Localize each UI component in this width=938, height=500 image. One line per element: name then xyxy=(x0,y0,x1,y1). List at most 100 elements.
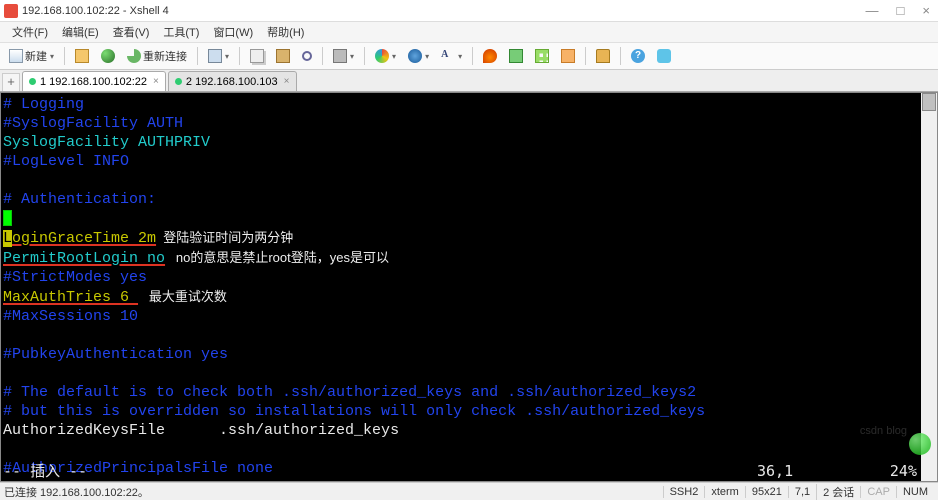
vim-mode: -- 插入 -- xyxy=(1,462,757,481)
print-button[interactable]: ▾ xyxy=(328,46,359,66)
chat-button[interactable] xyxy=(652,46,676,66)
menu-edit[interactable]: 编辑(E) xyxy=(56,22,105,42)
chat-icon xyxy=(657,49,671,63)
tab-session-2[interactable]: 2 192.168.100.103 × xyxy=(168,71,297,91)
help-button[interactable]: ? xyxy=(626,46,650,66)
term-line: #PubkeyAuthentication yes xyxy=(3,345,935,364)
terminal[interactable]: # Logging #SyslogFacility AUTH SyslogFac… xyxy=(0,92,938,482)
paste-button[interactable] xyxy=(271,46,295,66)
font-icon: A xyxy=(441,49,455,63)
new-label: 新建 xyxy=(25,48,47,64)
world-button[interactable]: ▾ xyxy=(403,46,434,66)
menu-help[interactable]: 帮助(H) xyxy=(261,22,310,42)
separator xyxy=(197,47,198,65)
term-line xyxy=(3,440,935,459)
term-line: PermitRootLogin no no的意思是禁止root登陆，yes是可以 xyxy=(3,248,935,268)
menu-view[interactable]: 查看(V) xyxy=(107,22,156,42)
cascade-button[interactable] xyxy=(556,46,580,66)
close-button[interactable]: × xyxy=(918,3,934,18)
tab-close-button[interactable]: × xyxy=(151,76,161,87)
transfer-icon xyxy=(509,49,523,63)
tab-label: 2 192.168.100.103 xyxy=(186,76,278,88)
menu-window[interactable]: 窗口(W) xyxy=(207,22,259,42)
key-button[interactable] xyxy=(96,46,120,66)
tab-close-button[interactable]: × xyxy=(282,76,292,87)
lock-button[interactable] xyxy=(591,46,615,66)
reconnect-icon xyxy=(127,49,141,63)
cascade-icon xyxy=(561,49,575,63)
open-button[interactable] xyxy=(70,46,94,66)
cursor xyxy=(3,210,12,226)
new-tab-button[interactable]: + xyxy=(2,73,20,91)
menu-tools[interactable]: 工具(T) xyxy=(157,22,205,42)
vim-statusline: -- 插入 -- 36,1 24% xyxy=(1,461,937,481)
term-line: #LogLevel INFO xyxy=(3,152,935,171)
status-sessions: 2 会话 xyxy=(816,484,860,500)
menubar: 文件(F) 编辑(E) 查看(V) 工具(T) 窗口(W) 帮助(H) xyxy=(0,22,938,42)
key-icon xyxy=(101,49,115,63)
term-line xyxy=(3,171,935,190)
term-line: # The default is to check both .ssh/auth… xyxy=(3,383,935,402)
paste-icon xyxy=(276,49,290,63)
reconnect-button[interactable]: 重新连接 xyxy=(122,45,192,67)
term-line: MaxAuthTries 6 最大重试次数 xyxy=(3,287,935,307)
term-line: #SyslogFacility AUTH xyxy=(3,114,935,133)
status-cap: CAP xyxy=(860,486,896,498)
color-button[interactable]: ▾ xyxy=(370,46,401,66)
tabbar: + 1 192.168.100.102:22 × 2 192.168.100.1… xyxy=(0,70,938,92)
menu-file[interactable]: 文件(F) xyxy=(6,22,54,42)
properties-button[interactable]: ▾ xyxy=(203,46,234,66)
globe-icon xyxy=(408,49,422,63)
new-file-icon xyxy=(9,49,23,63)
corner-badge-icon xyxy=(909,433,931,455)
term-line xyxy=(3,364,935,383)
separator xyxy=(364,47,365,65)
statusbar: 已连接 192.168.100.102:22。 SSH2 xterm 95x21… xyxy=(0,482,938,500)
window-title: 192.168.100.102:22 - Xshell 4 xyxy=(22,5,862,17)
term-line xyxy=(3,326,935,345)
maximize-button[interactable]: □ xyxy=(893,3,909,18)
xftp-button[interactable] xyxy=(504,46,528,66)
separator xyxy=(64,47,65,65)
folder-icon xyxy=(75,49,89,63)
palette-icon xyxy=(375,49,389,63)
term-line: # Logging xyxy=(3,95,935,114)
term-line: #StrictModes yes xyxy=(3,268,935,287)
separator xyxy=(585,47,586,65)
status-dot-icon xyxy=(175,78,182,85)
window-icon xyxy=(208,49,222,63)
status-dot-icon xyxy=(29,78,36,85)
term-line: #MaxSessions 10 xyxy=(3,307,935,326)
term-line: # but this is overridden so installation… xyxy=(3,402,935,421)
status-proto: SSH2 xyxy=(663,486,705,498)
tab-session-1[interactable]: 1 192.168.100.102:22 × xyxy=(22,71,166,91)
lock-icon xyxy=(596,49,610,63)
scroll-thumb[interactable] xyxy=(922,93,936,111)
status-enc: 7,1 xyxy=(788,486,816,498)
new-button[interactable]: 新建▾ xyxy=(4,45,59,67)
window-controls: — □ × xyxy=(862,3,934,18)
help-icon: ? xyxy=(631,49,645,63)
separator xyxy=(620,47,621,65)
status-termtype: xterm xyxy=(704,486,745,498)
find-button[interactable] xyxy=(297,48,317,64)
toolbar: 新建▾ 重新连接 ▾ ▾ ▾ ▾ A▾ ? xyxy=(0,42,938,70)
term-line: # Authentication: xyxy=(3,190,935,209)
term-line: SyslogFacility AUTHPRIV xyxy=(3,133,935,152)
window-titlebar: 192.168.100.102:22 - Xshell 4 — □ × xyxy=(0,0,938,22)
font-button[interactable]: A▾ xyxy=(436,46,467,66)
tab-label: 1 192.168.100.102:22 xyxy=(40,76,147,88)
scrollbar[interactable] xyxy=(921,93,937,481)
flame-icon xyxy=(483,49,497,63)
xshell-button[interactable] xyxy=(478,46,502,66)
status-connection: 已连接 192.168.100.102:22。 xyxy=(4,484,663,500)
vim-cursor-pos: 36,1 xyxy=(757,462,877,481)
status-size: 95x21 xyxy=(745,486,788,498)
term-line xyxy=(3,209,935,228)
grid-icon xyxy=(535,49,549,63)
printer-icon xyxy=(333,49,347,63)
copy-button[interactable] xyxy=(245,46,269,66)
term-line: AuthorizedKeysFile .ssh/authorized_keys xyxy=(3,421,935,440)
tile-button[interactable] xyxy=(530,46,554,66)
minimize-button[interactable]: — xyxy=(862,3,883,18)
